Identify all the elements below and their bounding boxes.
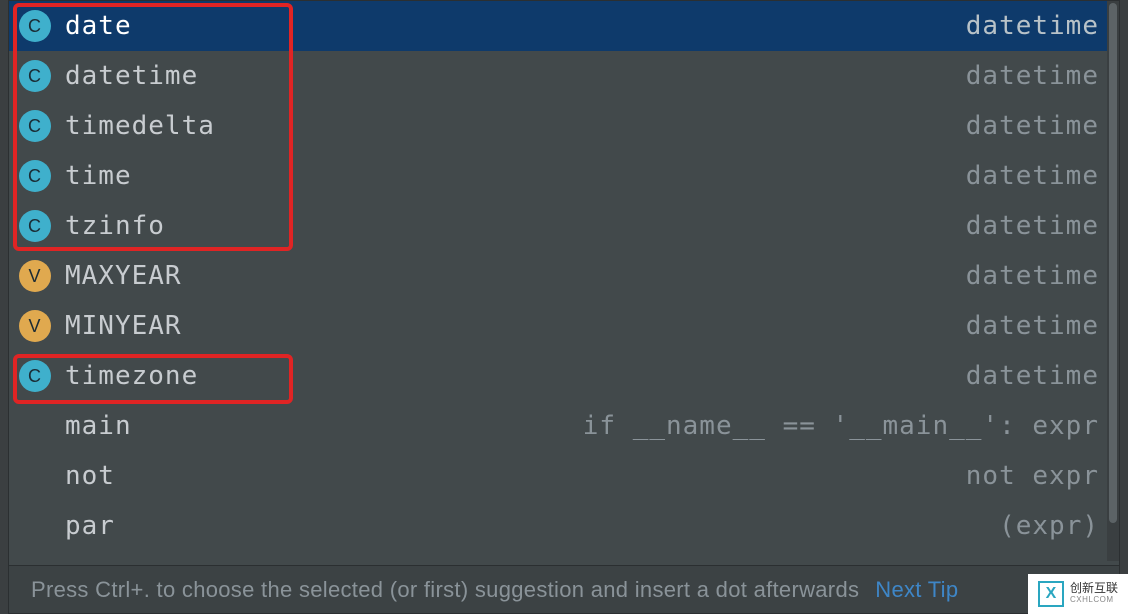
scrollbar-thumb[interactable] [1109,3,1117,523]
completion-item-name: par [65,511,115,541]
variable-icon: V [19,310,51,342]
completion-item-name: time [65,161,132,191]
completion-item-name: date [65,11,132,41]
next-tip-link[interactable]: Next Tip [875,577,958,603]
variable-icon: V [19,260,51,292]
completion-item-hint: datetime [966,211,1099,241]
watermark-text: 创新互联 CXHLCOM [1070,582,1118,606]
class-icon: C [19,360,51,392]
class-icon: C [19,210,51,242]
completion-item-name: datetime [65,61,198,91]
completion-item[interactable]: Cdate datetime [9,1,1119,51]
completion-item-hint: if __name__ == '__main__': expr [583,411,1099,441]
completion-item[interactable]: Ctimedelta datetime [9,101,1119,151]
completion-item[interactable]: Ctimezone datetime [9,351,1119,401]
completion-item-hint: (expr) [999,511,1099,541]
scrollbar[interactable] [1107,1,1119,561]
completion-item-name: tzinfo [65,211,165,241]
completion-item-name: MAXYEAR [65,261,182,291]
completion-item[interactable]: V MAXYEAR datetime [9,251,1119,301]
completion-item-hint: datetime [966,111,1099,141]
completion-item-name: MINYEAR [65,311,182,341]
completion-item-hint: datetime [966,61,1099,91]
completion-item-name: main [65,411,132,441]
completion-item[interactable]: V MINYEAR datetime [9,301,1119,351]
completion-item-hint: datetime [966,11,1099,41]
completion-item[interactable]: par (expr) [9,501,1119,551]
watermark: X 创新互联 CXHLCOM [1028,574,1128,614]
class-icon: C [19,160,51,192]
status-bar: Press Ctrl+. to choose the selected (or … [9,565,1119,613]
completion-item[interactable]: Ctzinfo datetime [9,201,1119,251]
completion-list[interactable]: CdatedatetimeCdatetimedatetimeCtimedelta… [9,1,1119,563]
completion-item-name: timedelta [65,111,215,141]
keyword-icon [19,460,51,492]
completion-item[interactable]: main if __name__ == '__main__': expr [9,401,1119,451]
completion-item-name: timezone [65,361,198,391]
completion-item-hint: datetime [966,311,1099,341]
watermark-brand: 创新互联 [1070,582,1118,594]
completion-item[interactable]: not not expr [9,451,1119,501]
completion-item-hint: datetime [966,161,1099,191]
watermark-sub: CXHLCOM [1070,594,1118,606]
completion-item[interactable]: Cdatetime datetime [9,51,1119,101]
completion-popup: CdatedatetimeCdatetimedatetimeCtimedelta… [8,0,1120,614]
completion-item-name: not [65,461,115,491]
completion-item-hint: datetime [966,361,1099,391]
completion-item[interactable]: Ctime datetime [9,151,1119,201]
keyword-icon [19,510,51,542]
watermark-logo-icon: X [1038,581,1064,607]
class-icon: C [19,60,51,92]
status-tip-text: Press Ctrl+. to choose the selected (or … [31,577,859,603]
class-icon: C [19,110,51,142]
class-icon: C [19,10,51,42]
completion-item-hint: not expr [966,461,1099,491]
keyword-icon [19,410,51,442]
completion-item-hint: datetime [966,261,1099,291]
